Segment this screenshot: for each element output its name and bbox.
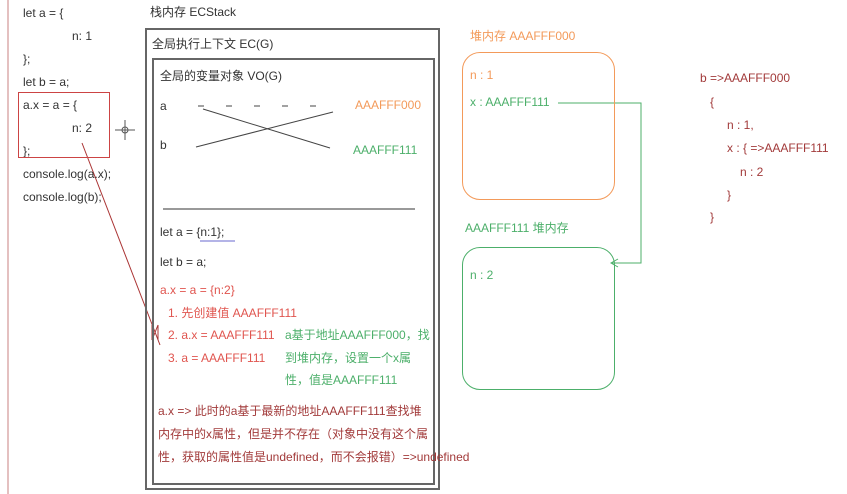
step-let-a: let a = {n:1}; <box>160 225 225 239</box>
result-line: a.x => 此时的a基于最新的地址AAAFFF111查找堆 <box>158 404 422 418</box>
heap1-x: x : AAAFFF111 <box>470 95 550 109</box>
ec-title: 全局执行上下文 EC(G) <box>152 37 274 51</box>
step-assign: a.x = a = {n:2} <box>160 283 235 297</box>
note-line: a基于地址AAAFFF000，找 <box>285 328 430 342</box>
note-line: 性，值是AAAFFF111 <box>285 373 398 387</box>
var-b: b <box>160 138 167 152</box>
step-2: 2. a.x = AAAFFF111 <box>168 328 275 342</box>
b-expr-line: { <box>710 95 715 109</box>
step-3: 3. a = AAAFFF111 <box>168 351 266 365</box>
b-expr-line: b =>AAAFFF000 <box>700 71 791 85</box>
stack-title: 栈内存 ECStack <box>150 5 237 19</box>
code-line: n: 1 <box>72 29 93 43</box>
heap2-title: AAAFFF111 堆内存 <box>465 221 569 235</box>
b-expr-line: } <box>710 210 715 224</box>
b-expr-line: n : 2 <box>740 165 764 179</box>
heap2-n: n : 2 <box>470 268 494 282</box>
b-expr-line: } <box>727 188 732 202</box>
heap1-n: n : 1 <box>470 68 494 82</box>
code-line: }; <box>23 52 31 66</box>
addr-000: AAAFFF000 <box>355 98 422 112</box>
step-1: 1. 先创建值 AAAFFF111 <box>168 306 297 320</box>
heap1-title: 堆内存 AAAFFF000 <box>470 29 576 43</box>
vo-title: 全局的变量对象 VO(G) <box>160 69 282 83</box>
addr-111: AAAFFF111 <box>353 143 418 157</box>
b-expr-line: x : { =>AAAFFF111 <box>727 141 829 155</box>
result-line: 性，获取的属性值是undefined，而不会报错）=>undefined <box>158 450 470 464</box>
var-a: a <box>160 99 167 113</box>
code-line: let a = { <box>23 6 64 20</box>
b-expr-line: n : 1, <box>727 118 754 132</box>
code-line: console.log(a.x); <box>23 167 112 181</box>
result-line: 内存中的x属性，但是并不存在（对象中没有这个属 <box>158 427 429 441</box>
note-line: 到堆内存，设置一个x属 <box>285 351 412 365</box>
highlight-box <box>18 92 110 158</box>
code-line: console.log(b); <box>23 190 102 204</box>
code-line: let b = a; <box>23 75 70 89</box>
step-let-b: let b = a; <box>160 255 207 269</box>
vo-box <box>152 58 435 485</box>
crosshair-icon <box>115 120 135 140</box>
